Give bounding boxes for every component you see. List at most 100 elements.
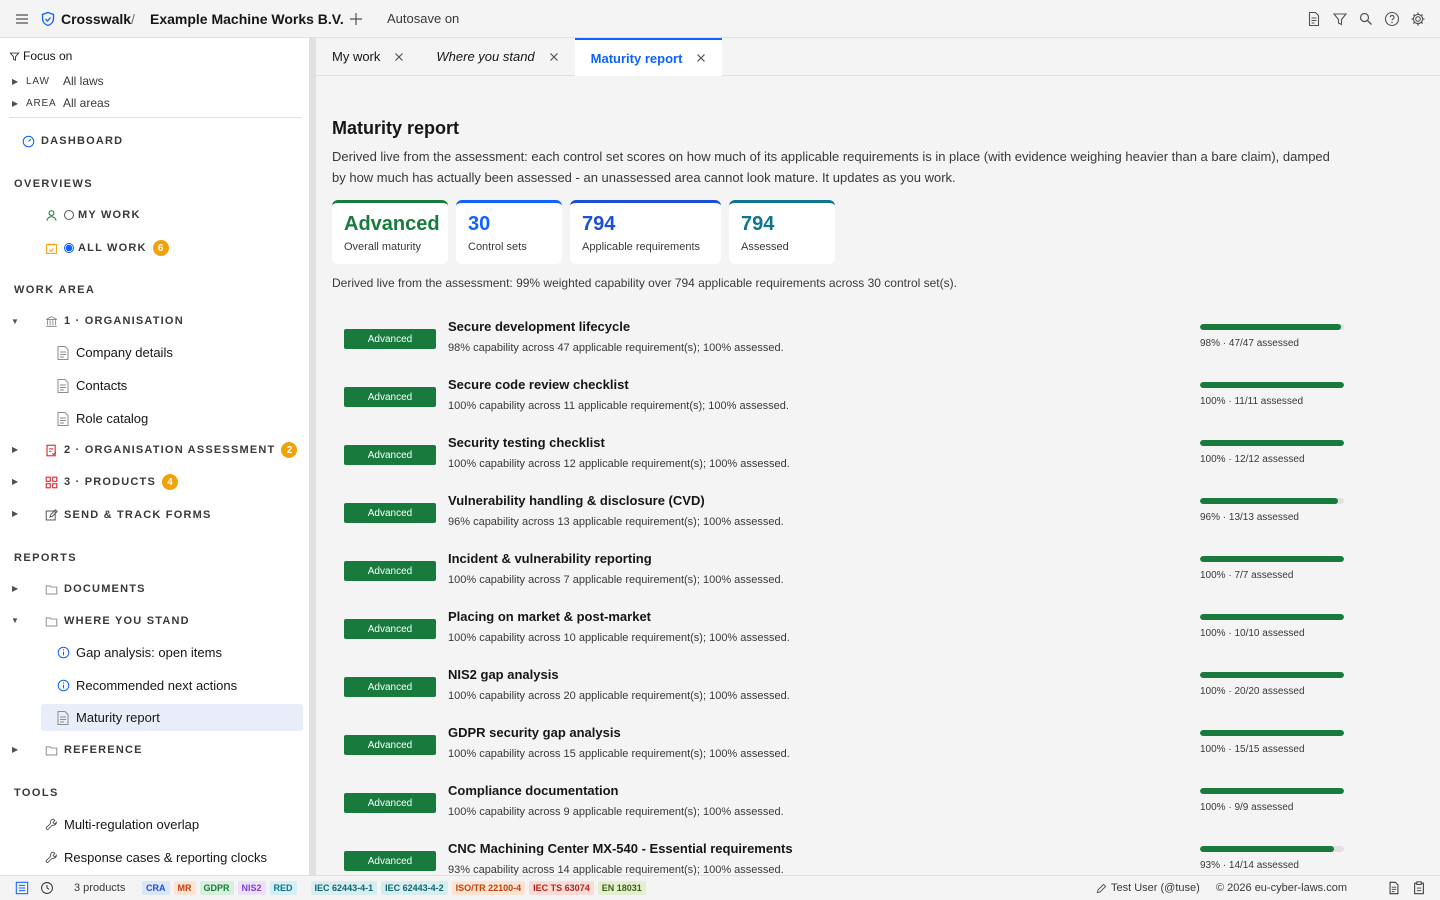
sidebar-item-response-cases[interactable]: Response cases & reporting clocks — [44, 850, 267, 865]
close-icon[interactable] — [696, 53, 706, 63]
control-set-row[interactable]: Advanced Incident & vulnerability report… — [332, 546, 1372, 604]
sidebar-item-role-catalog[interactable]: Role catalog — [56, 411, 148, 426]
chip-iec-ts-63074[interactable]: IEC TS 63074 — [529, 881, 594, 895]
plus-icon[interactable] — [348, 11, 364, 27]
sidebar-item-maturity-report[interactable]: Maturity report — [56, 710, 160, 725]
control-set-row[interactable]: Advanced Compliance documentation 100% c… — [332, 778, 1372, 836]
list-view-icon[interactable] — [15, 881, 29, 895]
control-set-name: GDPR security gap analysis — [448, 725, 621, 740]
sidebar-item-label: Company details — [76, 345, 173, 360]
tab-label: Maturity report — [590, 50, 683, 66]
chevron-down-icon[interactable]: ▼ — [11, 317, 19, 326]
sidebar-item-contacts[interactable]: Contacts — [56, 378, 127, 393]
tab-label: My work — [332, 49, 381, 64]
chip-iec-62443-4-2[interactable]: IEC 62443-4-2 — [381, 881, 448, 895]
control-set-name: Secure development lifecycle — [448, 319, 631, 334]
control-set-row[interactable]: Advanced NIS2 gap analysis 100% capabili… — [332, 662, 1372, 720]
kpi-overall-maturity: Advanced Overall maturity — [332, 200, 448, 264]
sidebar-item-company-details[interactable]: Company details — [56, 345, 173, 360]
filter-value: All areas — [63, 96, 110, 110]
chip-cra[interactable]: CRA — [142, 881, 170, 895]
chevron-right-icon[interactable]: ▶ — [12, 509, 18, 518]
hamburger-menu-icon[interactable] — [14, 11, 30, 27]
chip-gdpr[interactable]: GDPR — [199, 881, 234, 895]
control-set-row[interactable]: Advanced Vulnerability handling & disclo… — [332, 488, 1372, 546]
chevron-right-icon[interactable]: ▶ — [12, 745, 18, 754]
sidebar-item-org-assessment[interactable]: 2 · ORGANISATION ASSESSMENT 2 — [44, 442, 298, 458]
chip-en-18031[interactable]: EN 18031 — [597, 881, 646, 895]
autosave-status[interactable]: Autosave on — [387, 11, 459, 26]
history-clock-icon[interactable] — [40, 881, 54, 895]
document-report-icon[interactable] — [1306, 11, 1322, 27]
app-brand[interactable]: Crosswalk — [61, 11, 131, 27]
control-set-row[interactable]: Advanced GDPR security gap analysis 100%… — [332, 720, 1372, 778]
control-set-description: 100% capability across 9 applicable requ… — [448, 806, 784, 818]
progress-fill — [1200, 324, 1342, 330]
maturity-level-badge: Advanced — [344, 329, 436, 349]
sidebar-item-label: WHERE YOU STAND — [64, 615, 190, 627]
close-icon[interactable] — [394, 52, 404, 62]
filter-key: AREA — [26, 97, 57, 109]
filter-law[interactable]: ▶ LAW All laws — [12, 74, 104, 88]
sidebar-item-all-work[interactable]: ALL WORK 6 — [44, 240, 169, 256]
tab-where-you-stand[interactable]: Where you stand — [420, 38, 574, 75]
sidebar-item-reference[interactable]: REFERENCE — [44, 743, 143, 757]
chip-mr[interactable]: MR — [173, 881, 196, 895]
tab-bar: My work Where you stand Maturity report — [316, 38, 1440, 76]
search-icon[interactable] — [1358, 11, 1374, 27]
control-set-row[interactable]: Advanced CNC Machining Center MX-540 - E… — [332, 836, 1372, 875]
maturity-level-badge: Advanced — [344, 735, 436, 755]
control-set-name: CNC Machining Center MX-540 - Essential … — [448, 841, 793, 856]
chevron-right-icon[interactable]: ▶ — [12, 477, 18, 486]
info-icon — [56, 679, 70, 693]
sidebar-item-label: Contacts — [76, 378, 128, 393]
chevron-right-icon[interactable]: ▶ — [12, 445, 18, 454]
sidebar-item-gap-analysis[interactable]: Gap analysis: open items — [56, 645, 222, 660]
tab-maturity-report[interactable]: Maturity report — [574, 38, 723, 76]
sidebar-item-dashboard[interactable]: DASHBOARD — [21, 134, 123, 148]
sidebar-item-documents[interactable]: DOCUMENTS — [44, 582, 146, 596]
chip-nis2[interactable]: NIS2 — [237, 881, 266, 895]
main-content: Maturity report Derived live from the as… — [316, 76, 1440, 875]
progress-fill — [1200, 788, 1344, 794]
chip-iec-62443-4-1[interactable]: IEC 62443-4-1 — [310, 881, 378, 895]
control-set-name: Compliance documentation — [448, 783, 619, 798]
radio-unselected[interactable] — [64, 210, 74, 220]
sidebar-item-my-work[interactable]: MY WORK — [44, 208, 141, 222]
sidebar-item-organisation[interactable]: 1 · ORGANISATION — [44, 314, 184, 328]
current-user[interactable]: Test User (@tuse) — [1096, 882, 1200, 894]
chip-red[interactable]: RED — [269, 881, 297, 895]
chevron-right-icon[interactable]: ▶ — [12, 584, 18, 593]
folder-icon — [44, 582, 58, 596]
sidebar-item-where-you-stand[interactable]: WHERE YOU STAND — [44, 614, 190, 628]
focus-label: Focus on — [23, 49, 73, 63]
settings-gear-icon[interactable] — [1410, 11, 1426, 27]
sidebar-item-overlap[interactable]: Multi-regulation overlap — [44, 817, 199, 832]
document-icon — [56, 378, 70, 393]
organisation-name[interactable]: Example Machine Works B.V. — [150, 11, 344, 27]
sidebar-item-send-track[interactable]: SEND & TRACK FORMS — [44, 508, 212, 522]
sidebar-scrollbar[interactable] — [309, 38, 316, 875]
kpi-control-sets: 30 Control sets — [456, 200, 562, 264]
control-set-row[interactable]: Advanced Secure development lifecycle 98… — [332, 314, 1372, 372]
products-count[interactable]: 3 products — [74, 882, 125, 894]
control-set-row[interactable]: Advanced Security testing checklist 100%… — [332, 430, 1372, 488]
control-set-row[interactable]: Advanced Placing on market & post-market… — [332, 604, 1372, 662]
progress-label: 96% · 13/13 assessed — [1200, 512, 1299, 523]
status-bar: 3 products CRA MR GDPR NIS2 RED IEC 6244… — [0, 875, 1440, 900]
sidebar-item-products[interactable]: 3 · PRODUCTS 4 — [44, 474, 179, 490]
clipboard-icon[interactable] — [1412, 881, 1426, 895]
sidebar-item-next-actions[interactable]: Recommended next actions — [56, 678, 237, 693]
control-set-row[interactable]: Advanced Secure code review checklist 10… — [332, 372, 1372, 430]
filter-icon[interactable] — [1332, 11, 1348, 27]
document-report-icon[interactable] — [1387, 881, 1401, 895]
chip-iso-tr-22100-4[interactable]: ISO/TR 22100-4 — [451, 881, 526, 895]
control-set-description: 98% capability across 47 applicable requ… — [448, 342, 784, 354]
close-icon[interactable] — [549, 52, 559, 62]
filter-area[interactable]: ▶ AREA All areas — [12, 96, 110, 110]
radio-selected[interactable] — [64, 243, 74, 253]
help-icon[interactable] — [1384, 11, 1400, 27]
chevron-down-icon[interactable]: ▼ — [11, 616, 19, 625]
filter-key: LAW — [26, 75, 50, 87]
tab-my-work[interactable]: My work — [316, 38, 420, 75]
